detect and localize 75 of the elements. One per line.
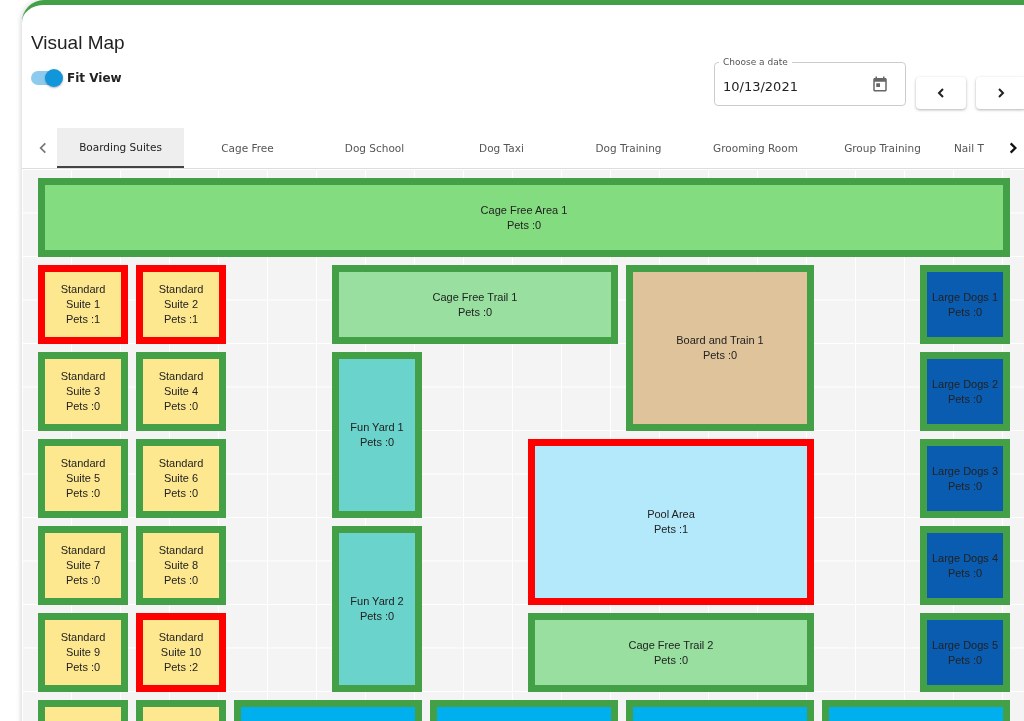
room-name: Standard Suite 10 bbox=[157, 630, 205, 660]
room-name: Cage Free Area 1 bbox=[480, 202, 568, 218]
room-name: Standard Suite 9 bbox=[59, 630, 107, 660]
pet-count: Pets :0 bbox=[702, 348, 738, 363]
tab[interactable]: Dog Taxi bbox=[438, 128, 565, 168]
room-tile[interactable]: Standard Suite 9 Pets :0 bbox=[38, 613, 128, 692]
room-tile[interactable]: Standard Suite 8 Pets :0 bbox=[136, 526, 226, 605]
room-name: Large Dogs 3 bbox=[931, 463, 998, 479]
room-tile[interactable]: Board and Train 1 Pets :0 bbox=[626, 265, 814, 431]
tab[interactable]: Group Training bbox=[819, 128, 946, 168]
room-name: Large Dogs 2 bbox=[931, 376, 998, 392]
tab[interactable]: Cage Free bbox=[184, 128, 311, 168]
room-tile[interactable]: Cage Free Trail 1 Pets :0 bbox=[332, 265, 618, 344]
room-tile[interactable]: Fun Yard 1 Pets :0 bbox=[332, 352, 422, 518]
room-name: Large Dogs 1 bbox=[931, 289, 998, 305]
pet-count: Pets :0 bbox=[163, 486, 199, 501]
room-tile[interactable]: Standard Suite 6 Pets :0 bbox=[136, 439, 226, 518]
calendar-icon[interactable] bbox=[871, 75, 889, 93]
room-tile[interactable]: Cage Free Area 1 Pets :0 bbox=[38, 178, 1010, 257]
tab[interactable]: Nail T bbox=[946, 128, 986, 168]
room-tile[interactable]: Standard Suite 5 Pets :0 bbox=[38, 439, 128, 518]
pet-count: Pets :0 bbox=[65, 573, 101, 588]
chevron-left-icon bbox=[935, 87, 947, 99]
room-name: Standard Suite 7 bbox=[59, 543, 107, 573]
tab[interactable]: Grooming Room bbox=[692, 128, 819, 168]
pet-count: Pets :0 bbox=[65, 486, 101, 501]
pet-count: Pets :1 bbox=[163, 312, 199, 327]
room-tile[interactable]: Standard Suite 1 Pets :1 bbox=[38, 265, 128, 344]
room-name: Fun Yard 2 bbox=[350, 594, 404, 609]
room-tile[interactable]: Fun Yard 2 Pets :0 bbox=[332, 526, 422, 692]
toggle-switch[interactable] bbox=[31, 71, 61, 85]
room-tile[interactable]: Standard Suite 3 Pets :0 bbox=[38, 352, 128, 431]
room-tile[interactable]: Standard Suite 2 Pets :1 bbox=[136, 265, 226, 344]
tab[interactable]: Dog School bbox=[311, 128, 438, 168]
pet-count: Pets :0 bbox=[506, 217, 542, 233]
pet-count: Pets :0 bbox=[947, 391, 983, 407]
pet-count: Pets :0 bbox=[947, 565, 983, 581]
room-name: Pool Area bbox=[647, 507, 695, 522]
pet-count: Pets :0 bbox=[457, 304, 493, 320]
pet-count: Pets :2 bbox=[163, 660, 199, 675]
room-name: Standard Suite 8 bbox=[157, 543, 205, 573]
room-tile[interactable]: Standard Suite 4 Pets :0 bbox=[136, 352, 226, 431]
pet-count: Pets :0 bbox=[65, 660, 101, 675]
room-name: Standard Suite 3 bbox=[59, 369, 107, 399]
pet-count: Pets :0 bbox=[163, 399, 199, 414]
tab[interactable]: Dog Training bbox=[565, 128, 692, 168]
pet-count: Pets :0 bbox=[163, 573, 199, 588]
chevron-right-icon bbox=[995, 87, 1007, 99]
pet-count: Pets :0 bbox=[947, 652, 983, 668]
room-name: Fun Yard 1 bbox=[350, 420, 404, 435]
room-name: Standard Suite 5 bbox=[59, 456, 107, 486]
toggle-label: Fit View bbox=[67, 71, 122, 85]
room-name: Standard Suite 6 bbox=[157, 456, 205, 486]
pet-count: Pets :1 bbox=[65, 312, 101, 327]
room-tile[interactable]: Standard Suite 7 Pets :0 bbox=[38, 526, 128, 605]
page-title: Visual Map bbox=[31, 32, 125, 54]
room-name: Standard Suite 4 bbox=[157, 369, 205, 399]
pet-count: Pets :0 bbox=[947, 304, 983, 320]
pet-count: Pets :0 bbox=[947, 478, 983, 494]
tab[interactable]: Boarding Suites bbox=[57, 128, 184, 168]
room-name: Large Dogs 5 bbox=[931, 637, 998, 653]
room-name: Standard Suite 1 bbox=[59, 282, 107, 312]
pet-count: Pets :0 bbox=[359, 609, 395, 624]
room-tile[interactable]: Standard Suite 10 Pets :2 bbox=[136, 613, 226, 692]
room-name: Cage Free Trail 1 bbox=[432, 289, 518, 305]
pet-count: Pets :0 bbox=[653, 652, 689, 668]
room-name: Large Dogs 4 bbox=[931, 550, 998, 566]
pet-count: Pets :1 bbox=[653, 522, 689, 537]
room-name: Cage Free Trail 2 bbox=[628, 637, 714, 653]
pet-count: Pets :0 bbox=[65, 399, 101, 414]
room-name: Board and Train 1 bbox=[676, 333, 764, 348]
room-tile[interactable]: Cage Free Trail 2 Pets :0 bbox=[528, 613, 814, 692]
room-tile[interactable]: Pool Area Pets :1 bbox=[528, 439, 814, 605]
pet-count: Pets :0 bbox=[359, 435, 395, 450]
room-name: Standard Suite 2 bbox=[157, 282, 205, 312]
